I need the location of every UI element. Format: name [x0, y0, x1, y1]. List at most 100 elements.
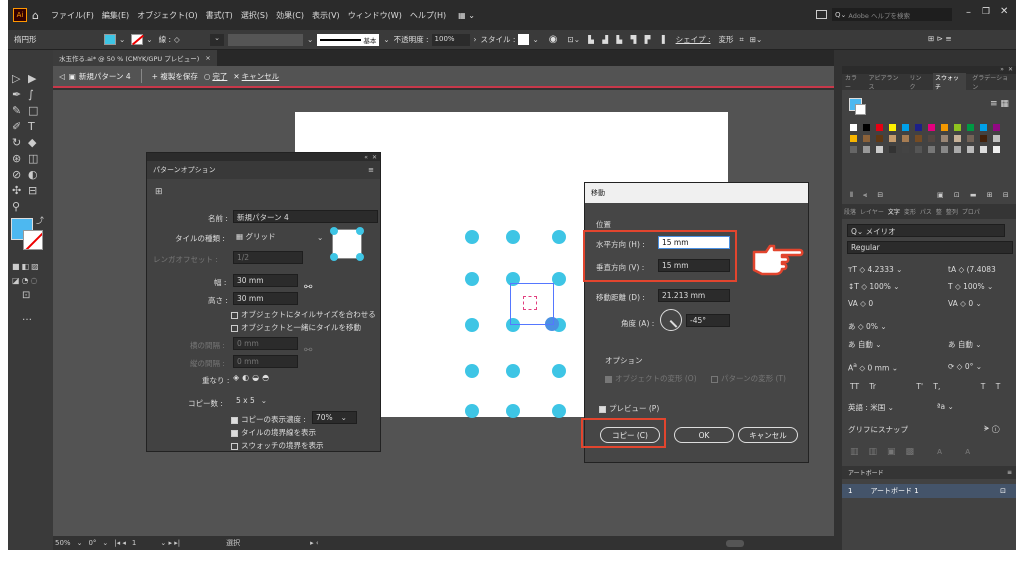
tab-seiretsu[interactable]: 整 [936, 207, 942, 216]
brush-dropdown-icon[interactable]: ⌄ [383, 35, 389, 44]
tab-path[interactable]: パス [920, 207, 932, 216]
page-number[interactable]: 1 [132, 539, 136, 547]
dock-close-icon[interactable]: ✕ [1008, 66, 1013, 73]
align-icons[interactable]: ▙ ▟ ▙ ▜ ▛ ▐ [588, 35, 668, 44]
copies-select[interactable]: 5 x 5 ⌄ [233, 395, 283, 408]
baseline-field[interactable]: Aa ◇ 0 mm ⌄ [848, 362, 898, 373]
color-swatch[interactable] [954, 124, 961, 131]
ok-button[interactable]: OK [674, 427, 734, 443]
distance-input[interactable]: 21.213 mm [658, 289, 730, 302]
font-family-select[interactable]: Q⌄ メイリオ [847, 224, 1005, 237]
cancel-button[interactable]: キャンセル [242, 71, 280, 82]
menu-help[interactable]: ヘルプ(H) [410, 10, 446, 21]
rotation-dropdown-icon[interactable]: ⌄ [102, 539, 108, 547]
done-button[interactable]: 完了 [212, 71, 227, 82]
selection-tool-icon[interactable]: ▷ [12, 72, 20, 85]
link-dimensions-icon[interactable]: ⚯ [304, 282, 312, 293]
zoom-dropdown-icon[interactable]: ⌄ [77, 539, 83, 547]
stroke-swatch[interactable] [131, 34, 145, 46]
screen-mode-icon[interactable]: ⊡ [22, 290, 30, 301]
free-transform-tool-icon[interactable]: ◫ [28, 152, 38, 165]
pen-tool-icon[interactable]: ✒ [12, 88, 21, 101]
recolor-icon[interactable]: ◉ [549, 34, 558, 45]
page-nav-arrows[interactable]: ⌄ ▸ ▸| [160, 539, 180, 547]
tab-swatches[interactable]: スウォッチ [933, 73, 967, 91]
document-tab[interactable]: 水玉作る.ai* @ 50 % (CMYK/GPU プレビュー) × [53, 50, 217, 66]
hscale-field[interactable]: T ◇ 100% ⌄ [948, 282, 993, 291]
menu-type[interactable]: 書式(T) [206, 10, 233, 21]
style-swatch[interactable] [518, 34, 530, 45]
stroke-dropdown-icon[interactable]: ⌄ [146, 35, 152, 44]
color-swatch[interactable] [876, 146, 883, 153]
status-arrow-icon[interactable]: ▸ ‹ [310, 539, 319, 547]
rotate-tool-icon[interactable]: ↻ [12, 136, 21, 149]
panel-toggle-icon[interactable]: ⊞ ⊳ ≡ [928, 34, 952, 43]
tab-layers[interactable]: レイヤー [860, 207, 884, 216]
snap-buttons[interactable]: ▥▥▣▩ ᴀ ᴀ [850, 447, 980, 457]
close-tab-icon[interactable]: × [205, 54, 210, 62]
artboard-tool-icon[interactable]: ⊟ [28, 184, 37, 197]
aki-left-field[interactable]: あ 自動 ⌄ [848, 339, 882, 350]
tile-type-dropdown-icon[interactable]: ⌄ [317, 233, 323, 242]
direct-selection-tool-icon[interactable]: ▶ [28, 72, 36, 85]
tab-color[interactable]: カラー [845, 73, 863, 91]
tab-appearance[interactable]: アピアランス [869, 73, 904, 91]
align-panel-icon[interactable]: ⊡⌄ [567, 35, 580, 44]
eraser-tool-icon[interactable]: ◆ [28, 136, 36, 149]
color-swatch[interactable] [928, 146, 935, 153]
tile-tool-icon[interactable]: ⊞ [155, 187, 163, 197]
rotation-value[interactable]: 0° [88, 539, 96, 547]
isolate-icon[interactable]: ⌗ [740, 35, 744, 45]
collapse-icon[interactable]: « [364, 154, 368, 161]
color-swatch[interactable] [993, 135, 1000, 142]
help-search[interactable]: Q⌄ Adobe ヘルプを検索 [832, 8, 952, 21]
tsume-field[interactable]: あ ◇ 0% ⌄ [848, 321, 887, 332]
tab-gradient[interactable]: グラデーション [972, 73, 1013, 91]
arrange-icon[interactable] [816, 10, 827, 19]
swatch-view-icons[interactable]: ≡ ▦ [990, 99, 1009, 109]
menu-object[interactable]: オブジェクト(O) [137, 10, 198, 21]
color-swatch[interactable] [941, 135, 948, 142]
more-tools-icon[interactable]: … [22, 312, 32, 323]
swap-icon[interactable]: ⤴ [36, 215, 44, 226]
text-style-buttons[interactable]: TT Tr T' T, T T [850, 382, 1000, 391]
color-swatch[interactable] [980, 146, 987, 153]
fill-dropdown-icon[interactable]: ⌄ [119, 35, 125, 44]
color-swatch[interactable] [902, 135, 909, 142]
color-swatch[interactable] [915, 146, 922, 153]
color-swatch[interactable] [876, 135, 883, 142]
back-arrow-icon[interactable]: ◁ [59, 72, 65, 81]
color-swatch[interactable] [980, 124, 987, 131]
cancel-dialog-button[interactable]: キャンセル [738, 427, 798, 443]
artboards-menu-icon[interactable]: ≡ [1007, 469, 1012, 476]
swatch-footer-icons-right[interactable]: ▣ ⊡ ▬ ⊞ ⊟ [937, 191, 1013, 199]
color-swatch[interactable] [915, 124, 922, 131]
symbol-sprayer-icon[interactable]: ✣ [12, 184, 21, 197]
color-swatch[interactable] [902, 146, 909, 153]
vscale-field[interactable]: ↕T ◇ 100% ⌄ [848, 282, 900, 291]
color-swatch[interactable] [967, 135, 974, 142]
style-dropdown-icon[interactable]: ⌄ [532, 35, 538, 44]
zoom-level[interactable]: 50% [55, 539, 71, 547]
dock-collapse-icon[interactable]: » [1000, 66, 1004, 73]
zoom-tool-icon[interactable]: ⚲ [12, 200, 20, 213]
opacity-input[interactable]: 100% [431, 33, 470, 46]
stroke-weight-stepper[interactable]: ◇ [174, 35, 210, 44]
profile-dropdown-icon[interactable]: ⌄ [307, 35, 313, 44]
aki-right-field[interactable]: あ 自動 ⌄ [948, 339, 982, 350]
width-input[interactable]: 30 mm [233, 274, 298, 287]
overlap-icons[interactable]: ◈◐◒◓ [233, 373, 272, 382]
type-tool-icon[interactable]: T [28, 120, 35, 133]
swatch-stroke-icon[interactable] [855, 104, 866, 115]
color-swatch[interactable] [967, 146, 974, 153]
nav-arrows[interactable]: |◂ ◂ [114, 539, 126, 547]
color-swatch[interactable] [850, 135, 857, 142]
minimize-icon[interactable]: – [966, 7, 971, 18]
language-select[interactable]: 英語 : 米国 ⌄ [848, 402, 894, 413]
color-swatch[interactable] [993, 124, 1000, 131]
color-swatch[interactable] [850, 146, 857, 153]
menu-file[interactable]: ファイル(F) [51, 10, 94, 21]
menu-view[interactable]: 表示(V) [312, 10, 340, 21]
move-tile-option[interactable]: オブジェクトと一緒にタイルを移動 [231, 322, 361, 333]
stroke-weight-dropdown[interactable]: ⌄ [210, 33, 225, 46]
